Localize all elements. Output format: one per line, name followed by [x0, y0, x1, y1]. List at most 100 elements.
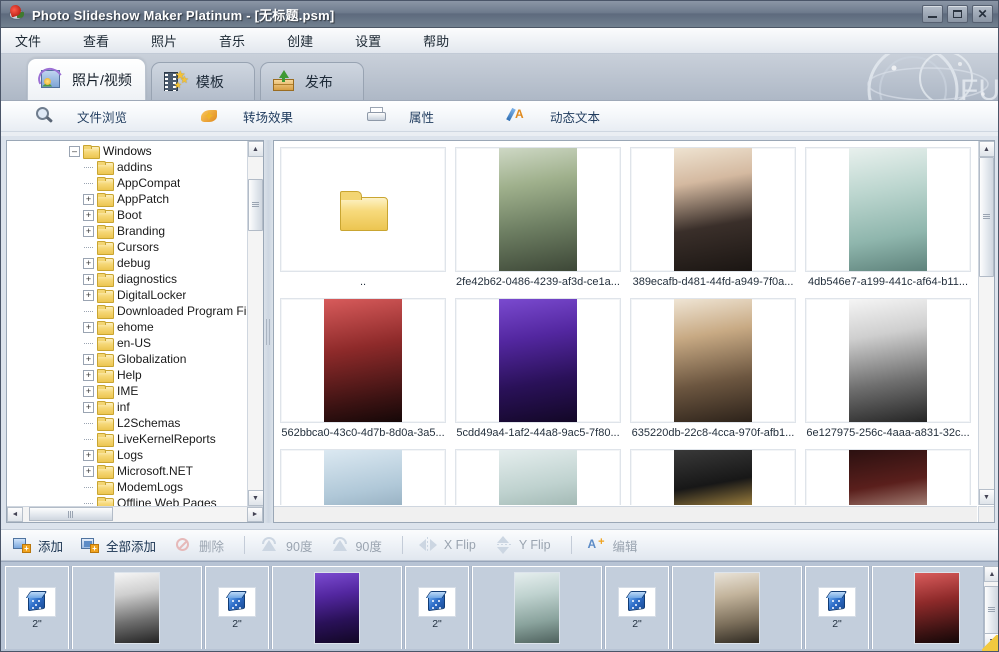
tree-hscroll-track[interactable] — [23, 507, 247, 522]
thumbnail-scroll-up-button[interactable]: ▲ — [978, 141, 994, 157]
transition-thumbnail[interactable] — [618, 586, 656, 617]
tree-node[interactable]: + ehome — [7, 319, 246, 335]
filmstrip-scroll-up-button[interactable]: ▲ — [984, 566, 998, 582]
tree-node[interactable]: + Globalization — [7, 351, 246, 367]
thumbnail-preview[interactable] — [280, 449, 446, 505]
tree-node[interactable]: L2Schemas — [7, 415, 246, 431]
thumbnail-scroll-track[interactable] — [978, 157, 994, 489]
panel-splitter[interactable] — [264, 140, 273, 523]
thumbnail-item[interactable] — [805, 449, 971, 505]
tree-node[interactable]: Offline Web Pages — [7, 495, 246, 506]
action-add-all-button[interactable]: + 全部添加 — [81, 536, 156, 555]
expand-node-icon[interactable]: + — [83, 257, 94, 269]
tree-node[interactable]: + Boot — [7, 207, 246, 223]
tree-node[interactable]: – Windows — [7, 143, 246, 159]
thumbnail-scroll-thumb[interactable] — [978, 157, 994, 277]
filmstrip-transition-slot[interactable]: 2" — [404, 566, 470, 649]
filmstrip-scroll-thumb[interactable] — [984, 586, 998, 634]
tree-scroll-thumb[interactable] — [247, 179, 263, 231]
tree-node[interactable]: + Help — [7, 367, 246, 383]
expand-node-icon[interactable]: + — [83, 385, 94, 397]
expand-node-icon[interactable]: + — [83, 273, 94, 285]
subtoolbar-transition-effect[interactable]: ✦ 转场效果 — [201, 107, 293, 126]
parent-folder-item[interactable]: .. — [280, 147, 446, 288]
expand-node-icon[interactable]: + — [83, 225, 94, 237]
thumbnail-item[interactable]: 4db546e7-a199-441c-af64-b11... — [805, 147, 971, 288]
filmstrip-slide[interactable] — [871, 566, 983, 649]
filmstrip-transition-slot[interactable]: 2" — [604, 566, 670, 649]
tree-hscroll-thumb[interactable] — [29, 507, 113, 521]
tree-node[interactable]: addins — [7, 159, 246, 175]
maximize-button[interactable] — [947, 5, 968, 23]
thumbnail-preview[interactable] — [280, 298, 446, 423]
expand-node-icon[interactable]: + — [83, 449, 94, 461]
tree-node[interactable]: + DigitalLocker — [7, 287, 246, 303]
tree-node[interactable]: + inf — [7, 399, 246, 415]
thumbnail-item[interactable]: 389ecafb-d481-44fd-a949-7f0a... — [630, 147, 796, 288]
tree-hscroll-right-button[interactable]: ► — [247, 507, 263, 522]
transition-thumbnail[interactable] — [418, 586, 456, 617]
thumbnail-vertical-scrollbar[interactable]: ▲ ▼ — [978, 141, 994, 505]
filmstrip-slide[interactable] — [71, 566, 203, 649]
thumbnail-scroll-down-button[interactable]: ▼ — [978, 489, 994, 505]
tree-node[interactable]: + IME — [7, 383, 246, 399]
tree-node[interactable]: Downloaded Program File — [7, 303, 246, 319]
menu-item-settings[interactable]: 设置 — [355, 28, 401, 53]
menu-item-view[interactable]: 查看 — [83, 28, 129, 53]
thumbnail-item[interactable] — [630, 449, 796, 505]
filmstrip-transition-slot[interactable]: 2" — [5, 566, 70, 649]
thumbnail-item[interactable] — [280, 449, 446, 505]
thumbnail-item[interactable] — [455, 449, 621, 505]
expand-node-icon[interactable]: + — [83, 193, 94, 205]
tree-node[interactable]: + Logs — [7, 447, 246, 463]
thumbnail-preview[interactable] — [805, 147, 971, 272]
filmstrip-scroll-track[interactable] — [984, 582, 998, 634]
subtoolbar-dynamic-text[interactable]: A 动态文本 — [506, 107, 600, 126]
thumbnail-preview[interactable] — [630, 147, 796, 272]
thumbnail-preview[interactable] — [805, 449, 971, 505]
filmstrip-transition-slot[interactable]: 2" — [204, 566, 270, 649]
tree-node[interactable]: Cursors — [7, 239, 246, 255]
action-add-button[interactable]: + 添加 — [13, 536, 63, 555]
filmstrip-slide[interactable] — [271, 566, 403, 649]
tab-publish[interactable]: 发布 — [259, 62, 364, 100]
tree-node[interactable]: + debug — [7, 255, 246, 271]
tree-node[interactable]: + Branding — [7, 223, 246, 239]
thumbnail-preview[interactable] — [630, 449, 796, 505]
menu-item-help[interactable]: 帮助 — [423, 28, 469, 53]
thumbnail-preview[interactable] — [455, 147, 621, 272]
tree-node[interactable]: ModemLogs — [7, 479, 246, 495]
thumbnail-item[interactable]: 562bbca0-43c0-4d7b-8d0a-3a5... — [280, 298, 446, 439]
minimize-button[interactable] — [922, 5, 943, 23]
thumbnail-grid[interactable]: .. 2fe42b62-0486-4239-af3d-ce1a... 389ecaf… — [274, 141, 977, 505]
tree-scroll-track[interactable] — [247, 157, 263, 490]
thumbnail-preview[interactable] — [630, 298, 796, 423]
tree-node[interactable]: + Microsoft.NET — [7, 463, 246, 479]
thumbnail-item[interactable]: 6e127975-256c-4aaa-a831-32c... — [805, 298, 971, 439]
menu-item-create[interactable]: 创建 — [287, 28, 333, 53]
expand-node-icon[interactable]: + — [83, 321, 94, 333]
tree-scroll-down-button[interactable]: ▼ — [247, 490, 263, 506]
expand-node-icon[interactable]: + — [83, 369, 94, 381]
expand-node-icon[interactable]: + — [83, 289, 94, 301]
expand-node-icon[interactable]: + — [83, 465, 94, 477]
expand-node-icon[interactable]: + — [83, 353, 94, 365]
expand-node-icon[interactable]: + — [83, 401, 94, 413]
tree-node[interactable]: + diagnostics — [7, 271, 246, 287]
close-button[interactable]: ✕ — [972, 5, 993, 23]
filmstrip-slide[interactable] — [471, 566, 603, 649]
expand-node-icon[interactable]: + — [83, 209, 94, 221]
thumbnail-preview[interactable] — [280, 147, 446, 272]
tree-node[interactable]: AppCompat — [7, 175, 246, 191]
thumbnail-preview[interactable] — [805, 298, 971, 423]
tree-node[interactable]: + AppPatch — [7, 191, 246, 207]
tab-photo-video[interactable]: 照片/视频 — [27, 58, 146, 100]
folder-tree[interactable]: – Windows addins AppCompat + AppPatch + Boot + Br… — [7, 143, 246, 506]
collapse-node-icon[interactable]: – — [69, 145, 80, 157]
tree-vertical-scrollbar[interactable]: ▲ ▼ — [247, 141, 263, 506]
tree-node[interactable]: en-US — [7, 335, 246, 351]
filmstrip-track[interactable]: 2" 2" 2" 2" 2" — [5, 566, 983, 649]
tree-scroll-up-button[interactable]: ▲ — [247, 141, 263, 157]
subtoolbar-properties[interactable]: 属性 — [367, 107, 434, 126]
thumbnail-preview[interactable] — [455, 449, 621, 505]
